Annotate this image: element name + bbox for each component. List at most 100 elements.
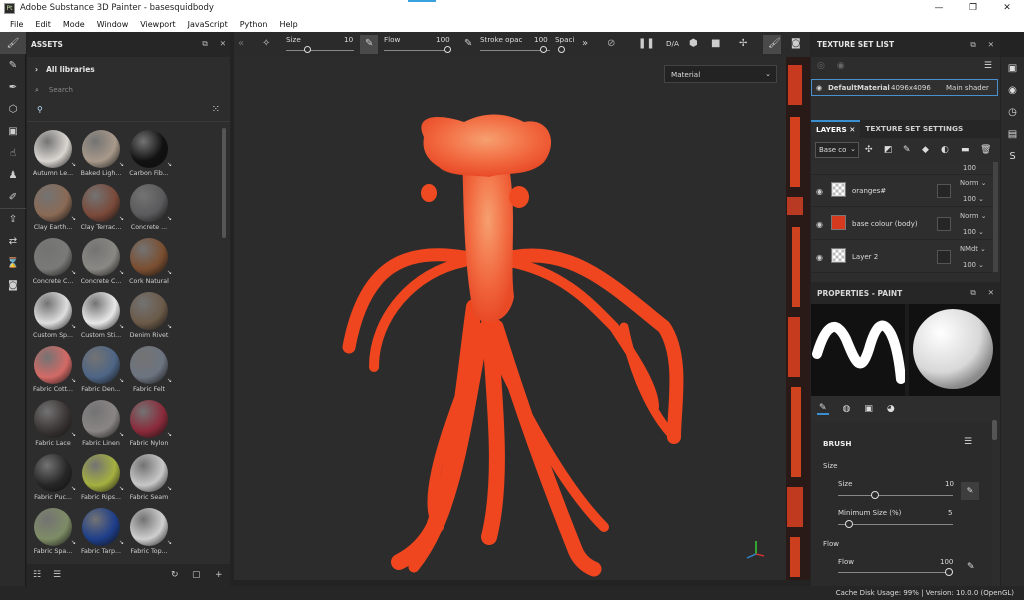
maximize-button[interactable]: ❐ [956, 0, 990, 16]
menu-javascript[interactable]: JavaScript [182, 20, 234, 29]
layer-mask-slot[interactable] [937, 250, 951, 264]
menu-help[interactable]: Help [273, 20, 303, 29]
close-icon[interactable]: ✕ [849, 125, 855, 134]
asset-item[interactable]: ↘ Carbon Fib... [125, 128, 173, 182]
assets-scrollbar[interactable] [222, 128, 226, 238]
menu-icon[interactable]: ☰ [984, 61, 992, 71]
asset-item[interactable]: ↘ Fabric Tarp... [77, 506, 125, 560]
stencil-tab-icon[interactable]: ▣ [864, 404, 873, 414]
material-select[interactable]: Material ⌄ [664, 65, 777, 83]
list-icon[interactable]: ☰ [53, 570, 61, 580]
asset-item[interactable]: ↘ Fabric Lace [29, 398, 77, 452]
material-tab-icon[interactable]: ◕ [887, 404, 895, 414]
projection-icon[interactable]: ✒ [0, 76, 26, 98]
asset-item[interactable]: ↘ Fabric Rips... [77, 452, 125, 506]
camera-icon[interactable]: ◙ [791, 38, 801, 49]
flow-pen-pressure-icon[interactable]: ✎ [967, 562, 975, 572]
spacing-knob[interactable] [558, 46, 565, 53]
asset-item[interactable]: ↘ Concrete ... [125, 182, 173, 236]
min-size-knob[interactable] [845, 520, 853, 528]
layer-mask-slot[interactable] [937, 184, 951, 198]
screenshot-icon[interactable]: ◙ [0, 274, 26, 296]
search-input[interactable]: Search [49, 86, 73, 94]
eye-icon[interactable]: ◉ [816, 187, 823, 196]
close-icon[interactable]: ✕ [988, 288, 994, 298]
visibility-icon[interactable]: ◎ [817, 61, 825, 71]
all-libraries[interactable]: › All libraries [27, 57, 230, 82]
layer-row-partial[interactable]: 100 [811, 162, 993, 175]
flow-slider[interactable] [384, 50, 450, 51]
add-paint-layer-icon[interactable]: ✎ [903, 145, 911, 155]
min-size-slider[interactable] [838, 524, 953, 525]
asset-item[interactable]: ↘ Custom Sti... [77, 290, 125, 344]
stroke-opacity-knob[interactable] [540, 46, 547, 53]
asset-item[interactable]: ↘ Fabric Seam [125, 452, 173, 506]
eye-outline-icon[interactable]: ◉ [837, 61, 845, 71]
flow-pen-icon[interactable]: ✎ [464, 38, 472, 49]
menu-mode[interactable]: Mode [57, 20, 91, 29]
asset-item[interactable]: ↘ Autumn Le... [29, 128, 77, 182]
texture-set-row[interactable]: ◉ DefaultMaterial 4096x4096 Main shader [811, 79, 998, 96]
float-icon[interactable]: ⧉ [970, 288, 975, 298]
add-fill-layer-icon[interactable]: ◆ [922, 145, 929, 155]
asset-item[interactable]: ↘ Cork Natural [125, 236, 173, 290]
layer-row[interactable]: ◉ Layer 2 NMdt ⌄ 100 ⌄ [811, 241, 993, 273]
layer-blend-mode[interactable]: NMdt ⌄ [960, 245, 986, 253]
shader-settings-icon[interactable]: ◉ [1001, 79, 1024, 101]
size-slider-knob[interactable] [304, 46, 311, 53]
eye-icon[interactable]: ◉ [816, 84, 822, 92]
float-icon[interactable]: ⧉ [202, 39, 207, 49]
history-icon[interactable]: ◷ [1001, 101, 1024, 123]
minimize-button[interactable]: — [922, 0, 956, 16]
clone-icon[interactable]: ♟ [0, 164, 26, 186]
float-icon[interactable]: ⧉ [970, 40, 975, 50]
alpha-tab-icon[interactable]: ◍ [843, 404, 851, 414]
texture-set-shader[interactable]: Main shader [946, 84, 989, 92]
brush-flow-slider[interactable] [838, 572, 953, 573]
layer-name[interactable]: base colour (body) [852, 220, 918, 228]
delete-layer-icon[interactable]: 🗑 [980, 145, 991, 155]
ratio-label[interactable]: D/A [666, 39, 679, 48]
channel-select[interactable]: Base co ⌄ [815, 142, 859, 158]
brush-size-slider[interactable] [838, 495, 953, 496]
brush-preset-icon[interactable]: ✧ [262, 38, 270, 49]
flow-slider-knob[interactable] [444, 46, 451, 53]
asset-item[interactable]: ↘ Fabric Top... [125, 506, 173, 560]
refresh-icon[interactable]: ↻ [171, 570, 179, 580]
menu-edit[interactable]: Edit [29, 20, 57, 29]
new-folder-icon[interactable]: ▢ [192, 570, 201, 580]
smudge-icon[interactable]: ☝ [0, 142, 26, 164]
asset-item[interactable]: ↘ Clay Terrac... [77, 182, 125, 236]
pause-icon[interactable]: ❚❚ [638, 38, 655, 49]
menu-window[interactable]: Window [91, 20, 135, 29]
asset-item[interactable]: ↘ Concrete C... [77, 236, 125, 290]
symmetry-icon[interactable]: ✢ [739, 38, 747, 49]
layer-row[interactable]: ◉ base colour (body) Norm ⌄ 100 ⌄ [811, 208, 993, 240]
uv-texture-strip[interactable] [786, 57, 810, 580]
eye-icon[interactable]: ◉ [816, 253, 823, 262]
size-slider[interactable] [286, 50, 354, 51]
geometry-mask-icon[interactable]: ⬡ [0, 98, 26, 120]
expand-icon[interactable]: » [582, 38, 588, 49]
hourglass-icon[interactable]: ⌛ [0, 252, 26, 274]
add-folder-icon[interactable]: ▬ [961, 145, 970, 155]
layer-name[interactable]: oranges# [852, 187, 886, 195]
brush-flow-value[interactable]: 100 [940, 558, 953, 566]
brush-tab-icon[interactable]: ✎ [817, 403, 829, 415]
properties-scrollbar[interactable] [992, 420, 997, 440]
close-icon[interactable]: ✕ [220, 39, 226, 49]
add-effect-icon[interactable]: ✣ [865, 145, 873, 155]
smart-material-icon[interactable]: ◐ [941, 145, 949, 155]
tab-layers[interactable]: LAYERS ✕ [811, 120, 861, 138]
display-settings-icon[interactable]: ▣ [1001, 57, 1024, 79]
collapse-icon[interactable]: « [238, 38, 244, 49]
layer-opacity[interactable]: 100 ⌄ [963, 195, 984, 203]
layer-opacity[interactable]: 100 [963, 164, 976, 172]
asset-item[interactable]: ↘ Fabric Spa... [29, 506, 77, 560]
asset-item[interactable]: ↘ Fabric Linen [77, 398, 125, 452]
log-icon[interactable]: ▤ [1001, 123, 1024, 145]
cube-icon[interactable]: ⬢ [689, 38, 698, 49]
brush-size-knob[interactable] [871, 491, 879, 499]
symmetry-off-icon[interactable]: ⊘ [607, 38, 615, 49]
layer-mask-slot[interactable] [937, 217, 951, 231]
